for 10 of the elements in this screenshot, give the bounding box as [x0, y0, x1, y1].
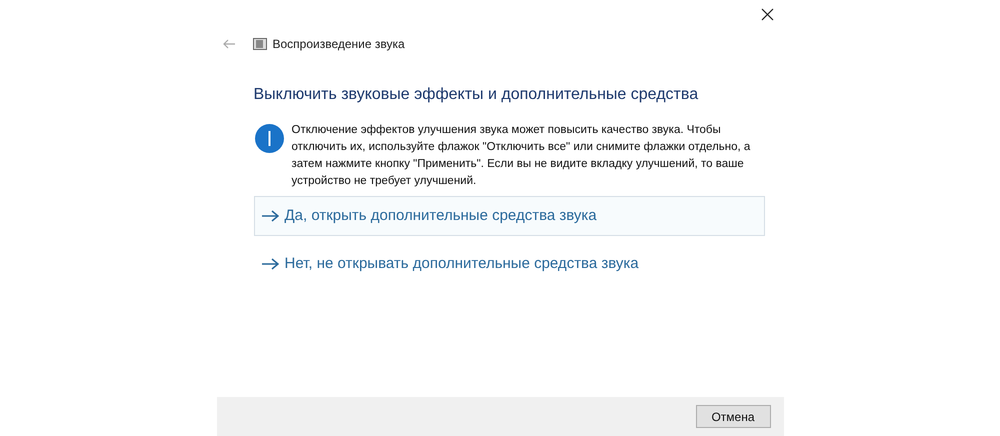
close-icon	[761, 8, 774, 20]
arrow-icon	[260, 210, 278, 222]
close-button[interactable]	[760, 6, 776, 22]
window-title: Воспроизведение звука	[272, 36, 405, 53]
info-text: Отключение эффектов улучшения звука может повысить качество звука. Чтобы отключить их, используйте флажок "Отключить все" или снимите флажки отдельно, а затем нажмите кнопку "Применить". Если вы не видите вкладку улучшений, то ваше устройство не требует улучшений.	[292, 123, 752, 189]
page-heading: Выключить звуковые эффекты и дополнительные средства	[254, 85, 700, 105]
arrow-icon	[260, 258, 278, 270]
option-link[interactable]: Да, открыть дополнительные средства звука	[254, 196, 764, 236]
cancel-button[interactable]: Отмена	[696, 405, 770, 428]
info-icon	[254, 124, 284, 153]
